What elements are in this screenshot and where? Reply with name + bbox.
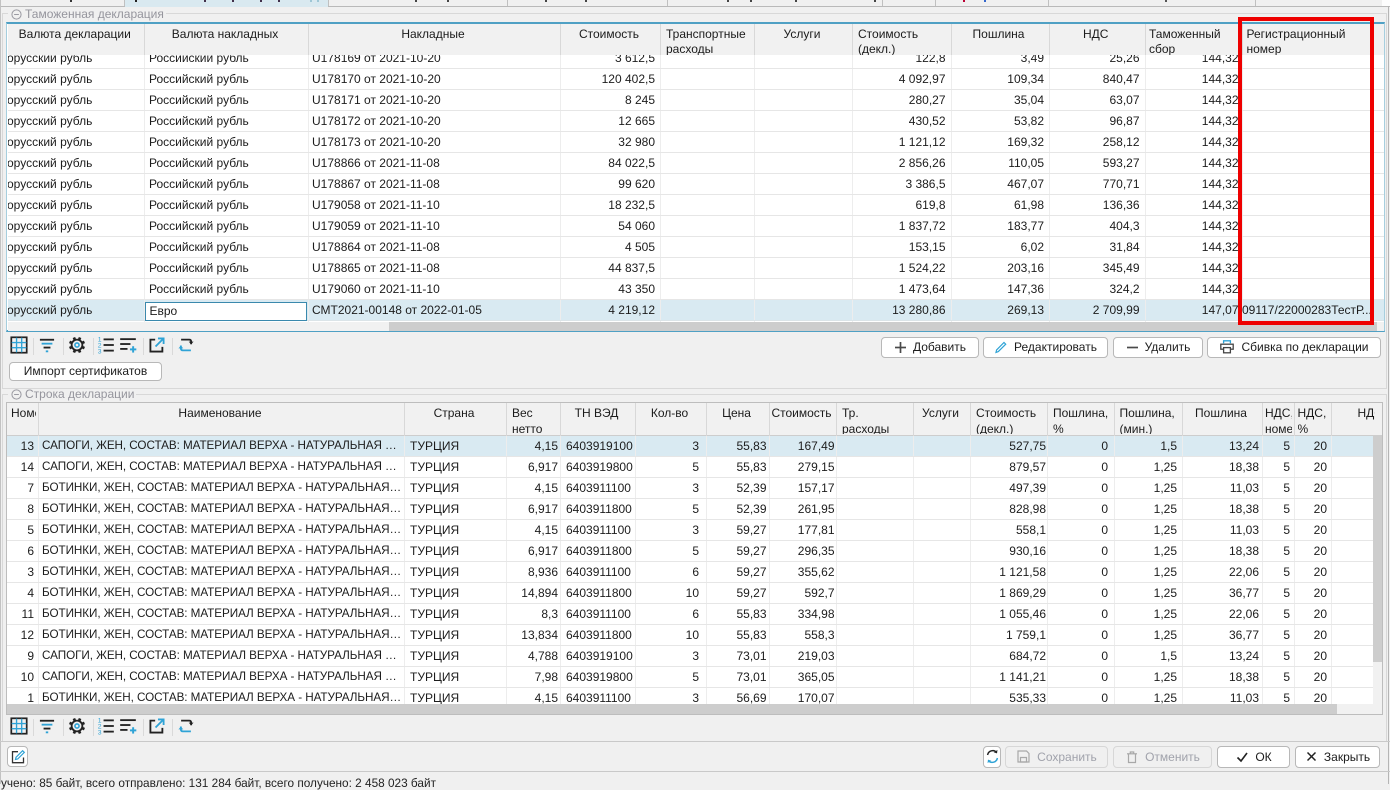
svg-text:3: 3 bbox=[97, 729, 101, 736]
svg-text:3: 3 bbox=[97, 348, 101, 355]
